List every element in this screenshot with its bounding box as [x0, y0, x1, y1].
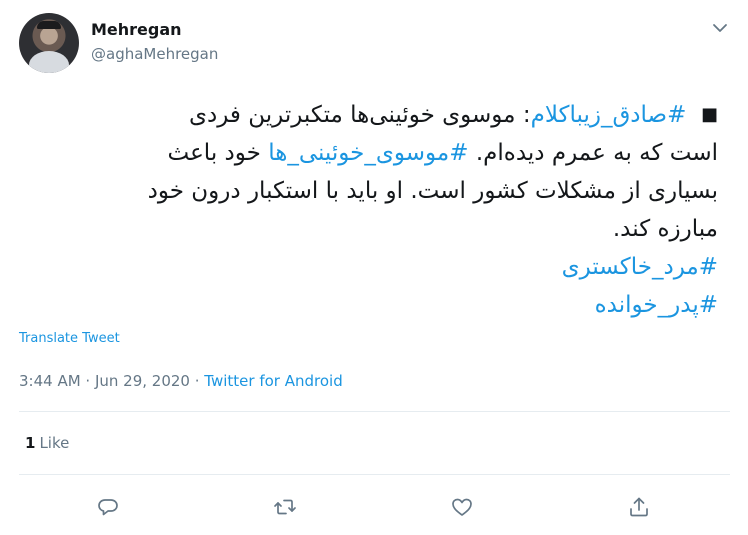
hashtag-link[interactable]: #صادق_زیباکلام [531, 102, 687, 128]
tweet-date[interactable]: Jun 29, 2020 [95, 372, 190, 390]
tweet-text-segment: است که به عمرم دیده‌ام. [468, 140, 718, 166]
translate-tweet-link[interactable]: Translate Tweet [19, 331, 120, 346]
meta-separator: · [80, 372, 95, 390]
avatar[interactable] [19, 13, 79, 73]
tweet-actions [0, 487, 748, 527]
bullet: ■ [700, 104, 718, 125]
hashtag-link[interactable]: #مرد_خاکستری [18, 248, 718, 286]
display-name[interactable]: Mehregan [91, 20, 182, 39]
like-icon[interactable] [442, 487, 482, 527]
tweet-line: ■ #صادق_زیباکلام: موسوی خوئینی‌ها متکبرت… [18, 96, 718, 134]
like-count-value: 1 [25, 434, 36, 452]
user-handle[interactable]: @aghaMehregan [91, 45, 218, 63]
like-count-label: Like [39, 434, 70, 452]
divider [19, 474, 730, 475]
likes-count[interactable]: 1 Like [25, 434, 69, 452]
reply-icon[interactable] [88, 487, 128, 527]
retweet-icon[interactable] [265, 487, 305, 527]
tweet-source[interactable]: Twitter for Android [204, 372, 342, 390]
tweet-line: بسیاری از مشکلات کشور است. او باید با اس… [147, 178, 718, 204]
tweet-text: ■ #صادق_زیباکلام: موسوی خوئینی‌ها متکبرت… [18, 96, 718, 324]
hashtag-link[interactable]: #موسوی_خوئینی_ها [268, 140, 468, 166]
divider [19, 411, 730, 412]
tweet-line: است که به عمرم دیده‌ام. #موسوی_خوئینی_ها… [18, 134, 719, 172]
meta-separator: · [189, 372, 205, 390]
tweet-time[interactable]: 3:44 AM [19, 372, 81, 390]
tweet-meta: 3:44 AM · Jun 29, 2020 · Twitter for And… [19, 372, 343, 390]
tweet-text-segment: : موسوی خوئینی‌ها متکبرترین فردی [189, 102, 531, 128]
chevron-down-icon[interactable] [708, 16, 732, 40]
tweet-header: Mehregan @aghaMehregan [0, 0, 748, 90]
tweet-text-segment: خود باعث [167, 140, 269, 166]
share-icon[interactable] [619, 487, 659, 527]
hashtag-link[interactable]: #پدر_خوانده [18, 286, 718, 324]
tweet-line: مبارزه کند. [612, 216, 718, 242]
